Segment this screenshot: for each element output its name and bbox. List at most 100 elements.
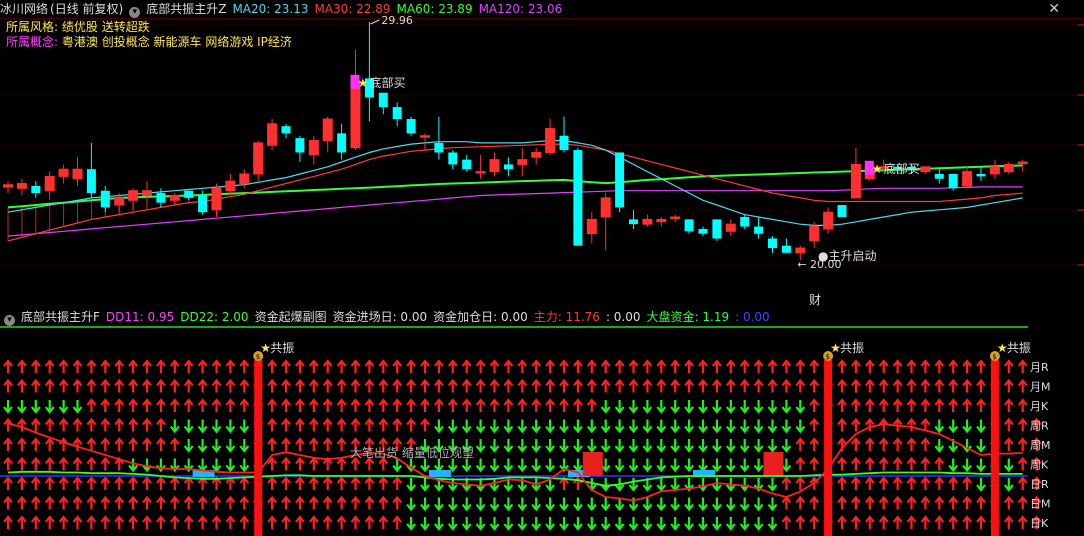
up-arrow: [100, 417, 111, 432]
up-arrow: [851, 476, 861, 490]
up-arrow: [281, 359, 291, 373]
down-arrow: [976, 419, 986, 434]
up-arrow: [336, 495, 347, 510]
period-label[interactable]: (日线 前复权): [50, 2, 123, 16]
up-arrow: [698, 378, 708, 393]
fund-sub-label: 资金起爆副图: [254, 310, 327, 324]
up-arrow: [573, 378, 583, 393]
candle-body-down: [406, 119, 416, 134]
down-arrow: [656, 400, 667, 414]
up-arrow: [920, 515, 931, 529]
up-arrow: [336, 437, 347, 451]
up-arrow: [225, 378, 236, 393]
down-arrow: [725, 458, 736, 473]
up-arrow: [1017, 359, 1028, 373]
up-arrow: [920, 398, 931, 412]
down-arrow: [531, 439, 542, 453]
up-arrow: [948, 495, 959, 510]
up-arrow: [531, 359, 542, 373]
indicator-chart[interactable]: 大笔出货 缩量低位观望$★ 共振$★ 共振$★ 共振 月R 月M 月K 周R 周M 周K 日R 日M…: [0, 326, 1084, 536]
up-arrow: [1017, 515, 1028, 529]
up-arrow: [934, 398, 945, 412]
up-arrow: [851, 398, 861, 412]
row-label: 月K: [1030, 400, 1049, 413]
up-arrow: [156, 476, 166, 490]
up-arrow: [420, 378, 430, 393]
up-arrow: [239, 378, 250, 393]
up-arrow: [169, 378, 180, 393]
up-arrow: [17, 456, 27, 471]
candle-fill-up: [142, 190, 152, 196]
up-arrow: [447, 359, 458, 373]
indicator2-name[interactable]: 底部共振主升F: [21, 310, 100, 324]
up-arrow: [142, 476, 152, 490]
up-arrow: [837, 417, 847, 432]
up-arrow: [308, 476, 319, 490]
up-arrow: [281, 437, 291, 451]
up-arrow: [350, 398, 361, 412]
candle-fill-up: [656, 219, 666, 222]
candle-body-down: [448, 152, 458, 165]
candle-fill-up: [545, 128, 555, 153]
row-label: 周R: [1030, 420, 1049, 433]
down-arrow: [239, 419, 250, 434]
up-arrow: [864, 456, 875, 471]
down-arrow: [586, 497, 597, 512]
up-arrow: [976, 378, 986, 393]
down-arrow: [670, 419, 681, 434]
stock-name[interactable]: 冰川网络: [0, 2, 48, 16]
down-arrow: [698, 400, 708, 414]
up-arrow: [322, 378, 333, 393]
down-arrow: [142, 458, 152, 473]
down-arrow: [239, 458, 250, 473]
up-arrow: [851, 515, 861, 529]
up-arrow: [267, 378, 277, 393]
indicator-name[interactable]: 底部共振主升Z: [146, 2, 226, 16]
up-arrow: [447, 398, 458, 412]
down-arrow: [517, 419, 528, 434]
down-arrow: [531, 419, 542, 434]
up-arrow: [156, 398, 166, 412]
candle-fill-up: [239, 173, 249, 184]
up-arrow: [364, 378, 375, 393]
down-arrow: [781, 400, 792, 414]
up-arrow: [267, 359, 277, 373]
up-arrow: [114, 437, 125, 451]
up-arrow: [350, 417, 361, 432]
down-arrow: [1003, 458, 1014, 473]
down-arrow: [573, 439, 583, 453]
indicator-menu-icon[interactable]: ▾: [129, 7, 141, 18]
down-arrow: [447, 517, 458, 531]
close-icon[interactable]: ✕: [1048, 2, 1060, 16]
up-arrow: [503, 378, 514, 393]
candle-fill-up: [212, 188, 221, 210]
down-arrow: [183, 419, 194, 434]
up-arrow: [17, 515, 27, 529]
up-arrow: [892, 476, 903, 490]
up-arrow: [142, 495, 152, 510]
down-arrow: [211, 458, 222, 473]
up-arrow: [545, 398, 555, 412]
indicator2-menu-icon[interactable]: ▾: [4, 315, 15, 326]
up-arrow: [128, 476, 138, 490]
up-arrow: [364, 359, 375, 373]
up-arrow: [600, 378, 611, 393]
up-arrow: [851, 359, 861, 373]
up-arrow: [545, 378, 555, 393]
up-arrow: [378, 417, 389, 432]
up-arrow: [934, 515, 945, 529]
up-arrow: [837, 378, 847, 393]
up-arrow: [3, 515, 13, 529]
up-arrow: [962, 476, 972, 490]
up-arrow: [420, 417, 430, 432]
up-arrow: [586, 378, 597, 393]
candle-body-down: [503, 164, 513, 170]
ma30-label: MA30: 22.89: [314, 2, 391, 16]
up-arrow: [434, 359, 444, 373]
up-arrow: [350, 378, 361, 393]
down-arrow: [781, 439, 792, 453]
up-arrow: [183, 359, 194, 373]
up-arrow: [58, 359, 69, 373]
up-arrow: [86, 495, 97, 510]
down-arrow: [767, 497, 778, 512]
